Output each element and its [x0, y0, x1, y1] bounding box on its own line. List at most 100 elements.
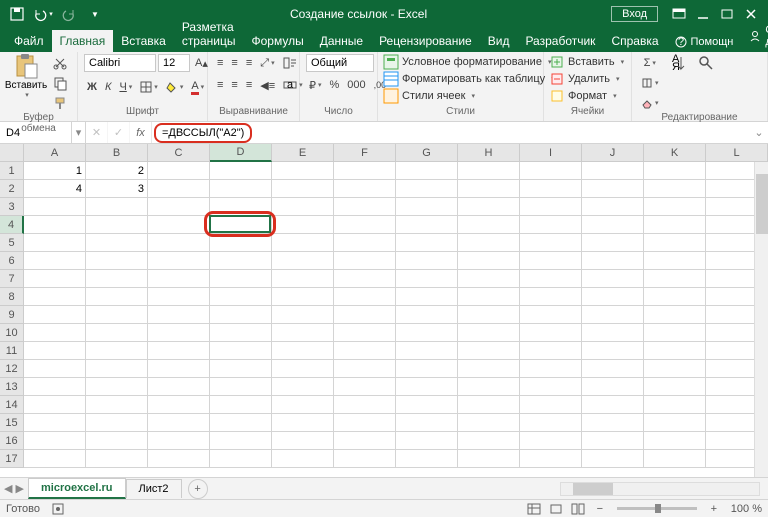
cell-A15[interactable] — [24, 414, 86, 432]
cell-C8[interactable] — [148, 288, 210, 306]
cell-I5[interactable] — [520, 234, 582, 252]
cell-I9[interactable] — [520, 306, 582, 324]
autosum-icon[interactable]: Σ▾ — [638, 54, 662, 72]
cell-H13[interactable] — [458, 378, 520, 396]
cell-K8[interactable] — [644, 288, 706, 306]
cell-I16[interactable] — [520, 432, 582, 450]
cell-C15[interactable] — [148, 414, 210, 432]
cell-H11[interactable] — [458, 342, 520, 360]
border-icon[interactable]: ▾ — [137, 78, 161, 96]
cell-K12[interactable] — [644, 360, 706, 378]
add-sheet-button[interactable]: + — [188, 479, 208, 499]
cell-F10[interactable] — [334, 324, 396, 342]
underline-icon[interactable]: Ч▾ — [116, 78, 135, 96]
align-top-icon[interactable]: ≡ — [214, 54, 226, 72]
col-header-D[interactable]: D — [210, 144, 272, 162]
worksheet-grid[interactable]: ABCDEFGHIJKL 1234567891011121314151617 1… — [0, 144, 768, 489]
cell-D15[interactable] — [210, 414, 272, 432]
cell-D14[interactable] — [210, 396, 272, 414]
row-header-14[interactable]: 14 — [0, 396, 24, 414]
cell-B17[interactable] — [86, 450, 148, 468]
row-header-12[interactable]: 12 — [0, 360, 24, 378]
cell-G8[interactable] — [396, 288, 458, 306]
cell-J3[interactable] — [582, 198, 644, 216]
row-header-7[interactable]: 7 — [0, 270, 24, 288]
tab-layout[interactable]: Разметка страницы — [174, 16, 244, 52]
cell-F17[interactable] — [334, 450, 396, 468]
cell-I7[interactable] — [520, 270, 582, 288]
cell-H10[interactable] — [458, 324, 520, 342]
cell-F11[interactable] — [334, 342, 396, 360]
cell-B12[interactable] — [86, 360, 148, 378]
cell-I10[interactable] — [520, 324, 582, 342]
fill-icon[interactable]: ▾ — [638, 74, 662, 92]
col-header-G[interactable]: G — [396, 144, 458, 162]
row-header-4[interactable]: 4 — [0, 216, 24, 234]
zoom-slider[interactable] — [617, 507, 697, 510]
cell-F5[interactable] — [334, 234, 396, 252]
cell-C5[interactable] — [148, 234, 210, 252]
row-header-1[interactable]: 1 — [0, 162, 24, 180]
cell-A4[interactable] — [24, 216, 86, 234]
number-format-select[interactable]: Общий — [306, 54, 374, 72]
cell-E3[interactable] — [272, 198, 334, 216]
cell-I14[interactable] — [520, 396, 582, 414]
cell-J11[interactable] — [582, 342, 644, 360]
cell-G12[interactable] — [396, 360, 458, 378]
cell-A10[interactable] — [24, 324, 86, 342]
copy-icon[interactable] — [50, 74, 70, 92]
cell-K1[interactable] — [644, 162, 706, 180]
cell-G9[interactable] — [396, 306, 458, 324]
cell-D16[interactable] — [210, 432, 272, 450]
cell-C14[interactable] — [148, 396, 210, 414]
cell-J7[interactable] — [582, 270, 644, 288]
cell-J10[interactable] — [582, 324, 644, 342]
cell-F14[interactable] — [334, 396, 396, 414]
zoom-in-icon[interactable]: + — [704, 502, 724, 516]
cell-A17[interactable] — [24, 450, 86, 468]
cell-E14[interactable] — [272, 396, 334, 414]
row-header-9[interactable]: 9 — [0, 306, 24, 324]
cell-G7[interactable] — [396, 270, 458, 288]
fill-color-icon[interactable]: ▾ — [163, 78, 187, 96]
cell-K10[interactable] — [644, 324, 706, 342]
cell-H15[interactable] — [458, 414, 520, 432]
cell-H16[interactable] — [458, 432, 520, 450]
cell-A9[interactable] — [24, 306, 86, 324]
col-header-K[interactable]: K — [644, 144, 706, 162]
cell-D10[interactable] — [210, 324, 272, 342]
cell-E12[interactable] — [272, 360, 334, 378]
zoom-out-icon[interactable]: − — [590, 502, 610, 516]
align-right-icon[interactable]: ≡ — [243, 76, 255, 94]
cell-C10[interactable] — [148, 324, 210, 342]
cell-G2[interactable] — [396, 180, 458, 198]
font-name-select[interactable]: Calibri — [84, 54, 156, 72]
cell-B3[interactable] — [86, 198, 148, 216]
cell-E10[interactable] — [272, 324, 334, 342]
cell-A14[interactable] — [24, 396, 86, 414]
cell-G17[interactable] — [396, 450, 458, 468]
cell-G6[interactable] — [396, 252, 458, 270]
ribbon-options-icon[interactable] — [668, 3, 690, 25]
cell-F6[interactable] — [334, 252, 396, 270]
cell-E15[interactable] — [272, 414, 334, 432]
cell-B5[interactable] — [86, 234, 148, 252]
decrease-indent-icon[interactable]: ◀≡ — [257, 76, 278, 94]
cell-H6[interactable] — [458, 252, 520, 270]
cell-C16[interactable] — [148, 432, 210, 450]
minimize-icon[interactable] — [692, 3, 714, 25]
cell-G4[interactable] — [396, 216, 458, 234]
cell-E7[interactable] — [272, 270, 334, 288]
align-left-icon[interactable]: ≡ — [214, 76, 226, 94]
share-button[interactable]: Общий доступ — [741, 24, 768, 52]
cell-H9[interactable] — [458, 306, 520, 324]
cell-J14[interactable] — [582, 396, 644, 414]
bold-icon[interactable]: Ж — [84, 78, 100, 96]
cell-C7[interactable] — [148, 270, 210, 288]
cell-F15[interactable] — [334, 414, 396, 432]
cell-E13[interactable] — [272, 378, 334, 396]
cell-B16[interactable] — [86, 432, 148, 450]
row-headers[interactable]: 1234567891011121314151617 — [0, 162, 24, 468]
sheet-nav[interactable]: ◀ ▶ — [0, 482, 28, 495]
clear-icon[interactable]: ▾ — [638, 94, 662, 112]
